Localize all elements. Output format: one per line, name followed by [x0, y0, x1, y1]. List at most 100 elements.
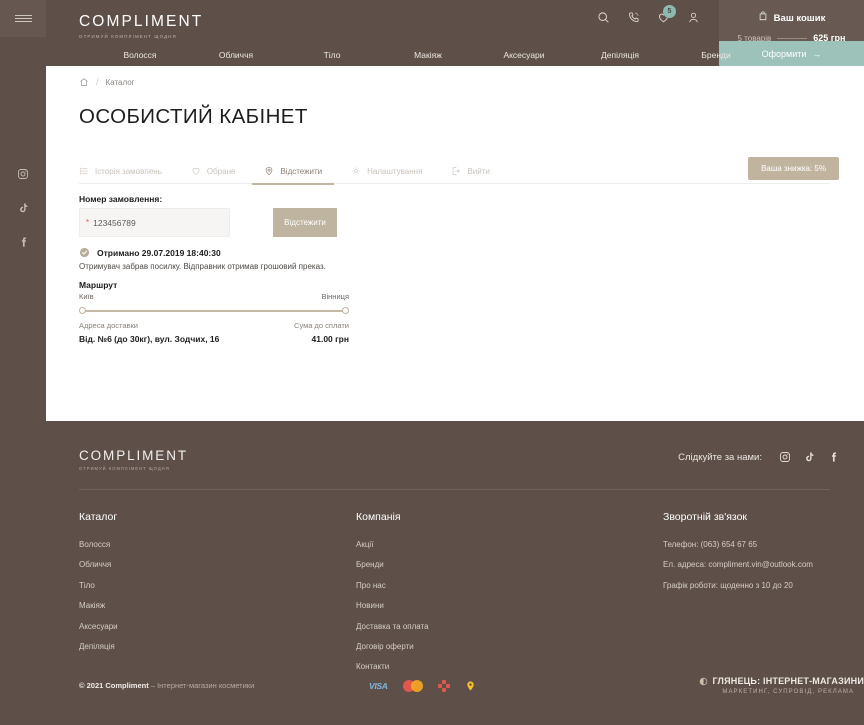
- site-logo[interactable]: COMPLIMENT ОТРИМУЙ КОМПЛІМЕНТ ЩОДНЯ: [79, 13, 203, 39]
- copyright: © 2021 Compliment – Інтернет-магазин кос…: [79, 681, 254, 690]
- payment-icons: VISA: [369, 679, 476, 693]
- contact-phone: Телефон: (063) 654 67 65: [663, 540, 758, 549]
- phone-icon[interactable]: [627, 11, 640, 24]
- order-number-field[interactable]: *: [79, 208, 230, 237]
- search-input[interactable]: [93, 217, 229, 228]
- nav-item-body[interactable]: Тіло: [284, 50, 380, 60]
- cart-link[interactable]: Ваш кошик: [719, 0, 864, 27]
- page-title: ОСОБИСТИЙ КАБІНЕТ: [79, 105, 308, 128]
- footer-follow-block: Слідкуйте за нами:: [678, 451, 839, 463]
- tiktok-icon[interactable]: [18, 202, 29, 214]
- delivery-address-label: Адреса доставки: [79, 321, 139, 330]
- route-from: Київ: [79, 292, 94, 301]
- tab-track-order[interactable]: Відстежити: [252, 158, 334, 185]
- visa-icon: VISA: [369, 680, 388, 691]
- search-icon[interactable]: [597, 11, 610, 24]
- burger-icon: [14, 13, 32, 24]
- track-button[interactable]: Відстежити: [273, 208, 337, 237]
- facebook-icon[interactable]: [18, 236, 29, 248]
- contact-hours: Графік роботи: щоденно з 10 до 20: [663, 580, 793, 590]
- nav-item-face[interactable]: Обличчя: [188, 50, 284, 60]
- footer-column-contact: Зворотній зв'язок Телефон: (063) 654 67 …: [663, 511, 830, 683]
- menu-toggle-button[interactable]: [0, 0, 46, 37]
- arrow-right-icon: →: [812, 48, 822, 59]
- tab-favorites[interactable]: Обране: [191, 158, 236, 184]
- route-progress-line: [79, 306, 349, 316]
- order-status-text: Отримано 29.07.2019 18:40:30: [97, 247, 221, 258]
- footer-link-depilation[interactable]: Депіляція: [79, 642, 356, 651]
- footer-link-face[interactable]: Обличчя: [79, 560, 356, 569]
- footer-link-about[interactable]: Про нас: [356, 581, 663, 590]
- facebook-icon[interactable]: [828, 451, 839, 463]
- footer-logo-wordmark: COMPLIMENT: [79, 448, 189, 463]
- order-status-description: Отримувач забрав посилку. Відправник отр…: [79, 262, 326, 271]
- tab-label: Відстежити: [280, 166, 323, 176]
- content-sheet: / Каталог ОСОБИСТИЙ КАБІНЕТ Історія замо…: [46, 66, 864, 421]
- tab-label: Обране: [206, 166, 236, 176]
- footer-link-contacts[interactable]: Контакти: [356, 662, 663, 671]
- footer-link-offer-agreement[interactable]: Договір оферти: [356, 642, 663, 651]
- route-endpoints: Київ Вінниця: [79, 292, 349, 301]
- required-marker: *: [86, 217, 90, 227]
- nav-item-makeup[interactable]: Макіяж: [380, 50, 476, 60]
- instagram-icon[interactable]: [779, 451, 791, 463]
- breadcrumb: / Каталог: [79, 77, 135, 87]
- footer-link-accessories[interactable]: Аксесуари: [79, 622, 356, 631]
- route-bar: [82, 310, 346, 312]
- liqpay-icon: [465, 679, 476, 693]
- route-meta-values: Від. №6 (до 30кг), вул. Зодчих, 16 41.00…: [79, 334, 349, 344]
- breadcrumb-item-catalog[interactable]: Каталог: [106, 78, 135, 87]
- footer-column-title: Зворотній зв'язок: [663, 511, 748, 523]
- nav-item-brands[interactable]: Бренди: [668, 50, 764, 60]
- follow-label: Слідкуйте за нами:: [678, 451, 762, 463]
- footer-link-brands[interactable]: Бренди: [356, 560, 663, 569]
- made-by-credit[interactable]: ГЛЯНЕЦЬ: ІНТЕРНЕТ-МАГАЗИНИ МАРКЕТИНГ, СУ…: [699, 676, 864, 695]
- tab-order-history[interactable]: Історія замовлень: [79, 158, 162, 184]
- favorites-count-badge: 5: [663, 5, 676, 18]
- left-rail: [0, 0, 46, 725]
- footer-divider: [79, 489, 830, 490]
- user-icon[interactable]: [687, 11, 700, 24]
- checkout-label: Оформити: [761, 48, 807, 59]
- instagram-icon[interactable]: [17, 168, 29, 180]
- tiktok-icon[interactable]: [804, 451, 815, 463]
- rail-social-links: [0, 168, 46, 248]
- nav-item-accessories[interactable]: Аксесуари: [476, 50, 572, 60]
- header-icon-group: 5: [597, 5, 700, 24]
- copyright-rest: – Інтернет-магазин косметики: [150, 681, 255, 690]
- footer-logo[interactable]: COMPLIMENT ОТРИМУЙ КОМПЛІМЕНТ ЩОДНЯ: [79, 448, 188, 471]
- amount-due-label: Сума до сплати: [294, 321, 349, 330]
- footer-columns: Каталог Волосся Обличчя Тіло Макіяж Аксе…: [79, 511, 830, 683]
- footer-link-hair[interactable]: Волосся: [79, 540, 356, 549]
- footer-link-body[interactable]: Тіло: [79, 581, 356, 590]
- heart-icon[interactable]: 5: [657, 5, 676, 24]
- logo-tagline: ОТРИМУЙ КОМПЛІМЕНТ ЩОДНЯ: [79, 34, 177, 39]
- footer-column-title: Каталог: [79, 511, 118, 523]
- privat24-icon: [437, 679, 450, 692]
- delivery-address-value: Від. №6 (до 30кг), вул. Зодчих, 16: [79, 334, 220, 344]
- footer-column-title: Компанія: [356, 511, 401, 523]
- footer-logo-tagline: ОТРИМУЙ КОМПЛІМЕНТ ЩОДНЯ: [79, 466, 170, 471]
- cart-rule: [777, 37, 808, 39]
- logout-icon: [451, 166, 461, 176]
- order-status: Отримано 29.07.2019 18:40:30: [79, 247, 221, 258]
- nav-item-hair[interactable]: Волосся: [92, 50, 188, 60]
- nav-item-depilation[interactable]: Депіляція: [572, 50, 668, 60]
- footer-link-promotions[interactable]: Акції: [356, 540, 663, 549]
- footer-link-delivery-payment[interactable]: Доставка та оплата: [356, 622, 663, 631]
- copyright-strong: © 2021 Compliment: [79, 681, 149, 690]
- tab-label: Вийти: [467, 166, 490, 176]
- site-footer: COMPLIMENT ОТРИМУЙ КОМПЛІМЕНТ ЩОДНЯ Слід…: [46, 421, 864, 725]
- route-to: Вінниця: [321, 292, 350, 301]
- route-dot-end: [342, 307, 349, 314]
- footer-link-news[interactable]: Новини: [356, 601, 663, 610]
- route-meta-labels: Адреса доставки Сума до сплати: [79, 321, 349, 330]
- footer-link-makeup[interactable]: Макіяж: [79, 601, 356, 610]
- cart-label: Ваш кошик: [773, 12, 826, 24]
- home-icon[interactable]: [79, 77, 89, 87]
- tab-logout[interactable]: Вийти: [451, 158, 490, 184]
- tab-label: Історія замовлень: [95, 166, 162, 176]
- footer-column-catalog: Каталог Волосся Обличчя Тіло Макіяж Аксе…: [79, 511, 356, 683]
- tab-settings[interactable]: Налаштування: [351, 158, 422, 184]
- check-circle-icon: [79, 247, 90, 258]
